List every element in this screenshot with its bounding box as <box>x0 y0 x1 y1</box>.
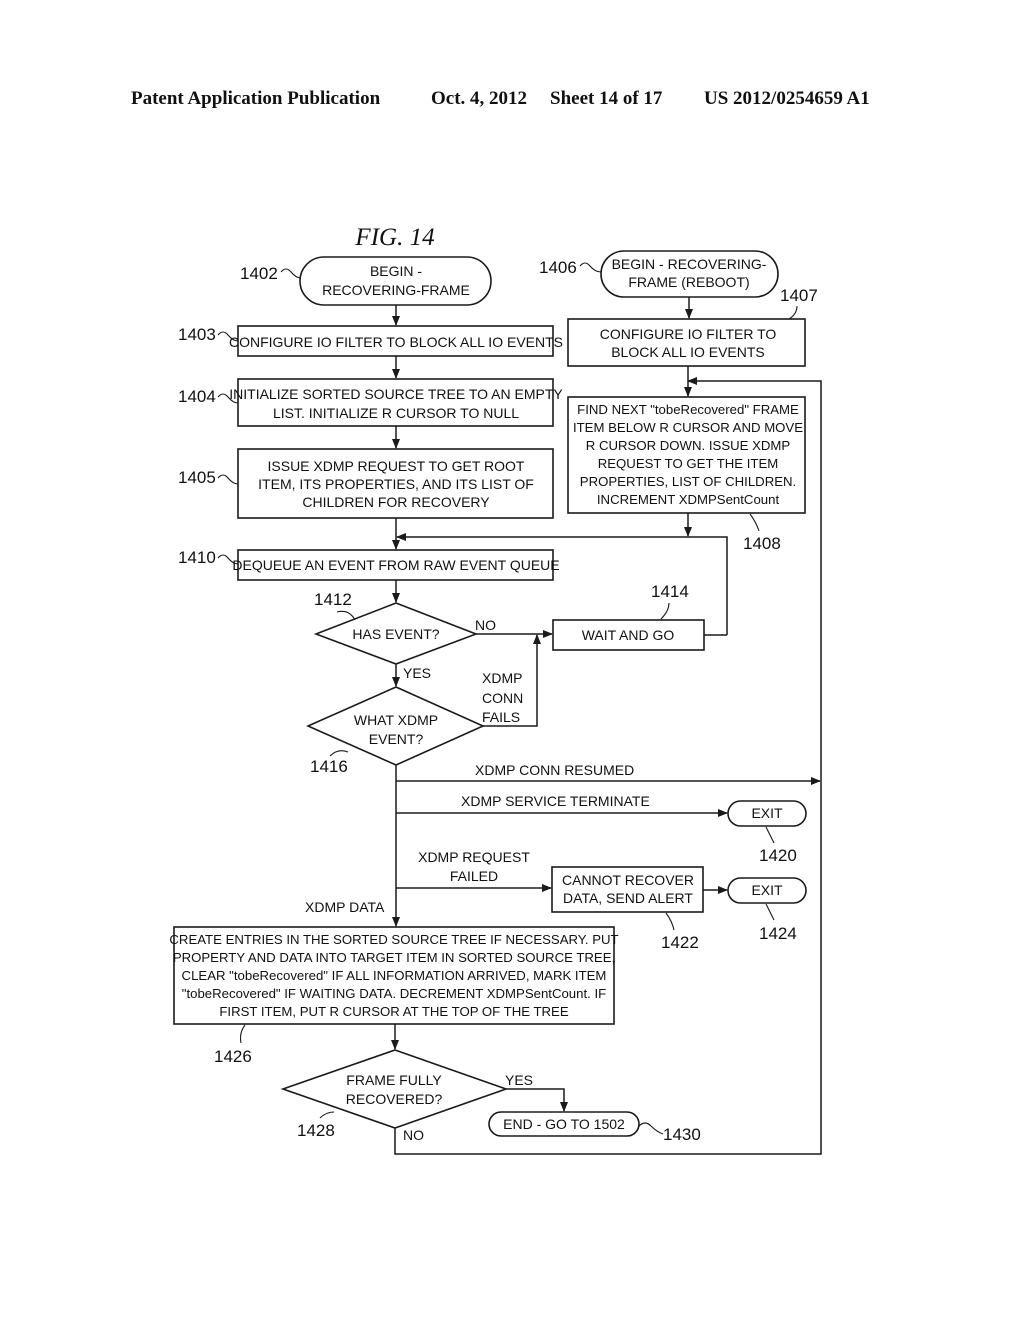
ref-1414: 1414 <box>651 582 689 601</box>
ref-1412: 1412 <box>314 590 352 609</box>
node-text: ITEM BELOW R CURSOR AND MOVE <box>573 420 803 435</box>
node-text: CLEAR "tobeRecovered" IF ALL INFORMATION… <box>182 968 607 983</box>
node-text: REQUEST TO GET THE ITEM <box>598 456 779 471</box>
leader-line <box>638 1122 664 1135</box>
node-text: EXIT <box>751 805 783 821</box>
node-text: DEQUEUE AN EVENT FROM RAW EVENT QUEUE <box>232 557 559 573</box>
leader-line <box>336 610 356 621</box>
node-text: LIST. INITIALIZE R CURSOR TO NULL <box>273 405 519 421</box>
ref-1408: 1408 <box>743 534 781 553</box>
node-text: DATA, SEND ALERT <box>563 890 693 906</box>
ref-1403: 1403 <box>178 325 216 344</box>
ref-1420: 1420 <box>759 846 797 865</box>
node-text: FRAME (REBOOT) <box>628 274 749 290</box>
node-text: FIND NEXT "tobeRecovered" FRAME <box>577 402 799 417</box>
node-text: BEGIN - RECOVERING- <box>612 256 767 272</box>
edge-label-service-terminate: XDMP SERVICE TERMINATE <box>461 793 650 809</box>
node-text: EXIT <box>751 882 783 898</box>
edge-label-request-failed: XDMP REQUEST <box>418 849 530 865</box>
leader-line <box>319 1111 335 1119</box>
leader-line <box>239 1024 246 1044</box>
leader-line <box>660 602 670 620</box>
node-text: CANNOT RECOVER <box>562 872 694 888</box>
node-text: BLOCK ALL IO EVENTS <box>611 344 765 360</box>
node-text: CHILDREN FOR RECOVERY <box>302 494 490 510</box>
node-1420: EXIT <box>727 800 807 827</box>
node-1422: CANNOT RECOVER DATA, SEND ALERT <box>551 866 704 913</box>
ref-1406: 1406 <box>539 258 577 277</box>
node-text: EVENT? <box>369 731 424 747</box>
ref-1416: 1416 <box>310 757 348 776</box>
ref-1422: 1422 <box>661 933 699 952</box>
ref-1410: 1410 <box>178 548 216 567</box>
ref-1424: 1424 <box>759 924 797 943</box>
edge-label-xdmp-data: XDMP DATA <box>305 899 385 915</box>
edge-label-conn-fails: FAILS <box>482 709 520 725</box>
ref-1430: 1430 <box>663 1125 701 1144</box>
leader-line <box>749 513 760 532</box>
node-text: ITEM, ITS PROPERTIES, AND ITS LIST OF <box>258 476 534 492</box>
node-text: RECOVERED? <box>346 1091 443 1107</box>
node-text: CONFIGURE IO FILTER TO <box>600 326 777 342</box>
leader-line <box>217 474 239 485</box>
edge-label-yes: YES <box>403 665 431 681</box>
leader-line <box>329 750 349 757</box>
node-text: PROPERTIES, LIST OF CHILDREN. <box>580 474 796 489</box>
ref-1405: 1405 <box>178 468 216 487</box>
node-1407: CONFIGURE IO FILTER TO BLOCK ALL IO EVEN… <box>567 318 806 367</box>
leader-line <box>788 305 798 320</box>
node-text: CREATE ENTRIES IN THE SORTED SOURCE TREE… <box>169 932 618 947</box>
decision-diamond <box>280 1049 509 1129</box>
node-1408: FIND NEXT "tobeRecovered" FRAME ITEM BEL… <box>567 396 806 514</box>
edge-label-yes: YES <box>505 1072 533 1088</box>
leader-line <box>579 262 602 273</box>
ref-1407: 1407 <box>780 286 818 305</box>
node-1405: ISSUE XDMP REQUEST TO GET ROOT ITEM, ITS… <box>237 448 554 519</box>
ref-1402: 1402 <box>240 264 278 283</box>
edge-label-conn-fails: XDMP <box>482 670 522 686</box>
leader-line <box>665 912 675 931</box>
node-text: WAIT AND GO <box>582 627 675 643</box>
node-1403: CONFIGURE IO FILTER TO BLOCK ALL IO EVEN… <box>229 325 563 357</box>
ref-1428: 1428 <box>297 1121 335 1140</box>
node-1428: FRAME FULLY RECOVERED? <box>280 1049 509 1129</box>
node-1424: EXIT <box>727 877 807 904</box>
node-1410: DEQUEUE AN EVENT FROM RAW EVENT QUEUE <box>232 549 560 581</box>
node-1406: BEGIN - RECOVERING- FRAME (REBOOT) <box>600 250 779 298</box>
node-text: INITIALIZE SORTED SOURCE TREE TO AN EMPT… <box>229 386 563 402</box>
node-text: BEGIN - <box>370 263 422 279</box>
node-1412: HAS EVENT? <box>313 602 479 665</box>
node-text: FRAME FULLY <box>346 1072 442 1088</box>
node-text: WHAT XDMP <box>354 712 438 728</box>
node-text: END - GO TO 1502 <box>503 1116 625 1132</box>
edge-label-conn-resumed: XDMP CONN RESUMED <box>475 762 634 778</box>
figure-title: FIG. 14 <box>354 224 434 251</box>
node-text: FIRST ITEM, PUT R CURSOR AT THE TOP OF T… <box>219 1004 568 1019</box>
ref-1404: 1404 <box>178 387 216 406</box>
node-text: HAS EVENT? <box>352 626 439 642</box>
ref-1426: 1426 <box>214 1047 252 1066</box>
node-text: "tobeRecovered" IF WAITING DATA. DECREME… <box>182 986 606 1001</box>
edge-label-conn-fails: CONN <box>482 690 523 706</box>
node-text: R CURSOR DOWN. ISSUE XDMP <box>586 438 791 453</box>
leader-line <box>280 268 302 279</box>
edge-label-no: NO <box>403 1127 424 1143</box>
node-text: RECOVERING-FRAME <box>322 282 470 298</box>
node-1426: CREATE ENTRIES IN THE SORTED SOURCE TREE… <box>169 926 619 1025</box>
leader-line <box>765 826 775 844</box>
node-1430: END - GO TO 1502 <box>488 1111 640 1137</box>
edge-label-request-failed: FAILED <box>450 868 498 884</box>
node-text: CONFIGURE IO FILTER TO BLOCK ALL IO EVEN… <box>229 334 563 350</box>
node-1404: INITIALIZE SORTED SOURCE TREE TO AN EMPT… <box>229 378 563 427</box>
flowchart: FIG. 14 BEGIN - RECOVERING-FRAME CONFIGU… <box>169 224 822 1155</box>
arrow-1428-yes-1430 <box>506 1088 568 1112</box>
node-1402: BEGIN - RECOVERING-FRAME <box>299 256 492 306</box>
node-text: ISSUE XDMP REQUEST TO GET ROOT <box>268 458 525 474</box>
node-1414: WAIT AND GO <box>552 619 705 651</box>
leader-line <box>765 903 775 921</box>
node-text: PROPERTY AND DATA INTO TARGET ITEM IN SO… <box>173 950 615 965</box>
node-text: INCREMENT XDMPSentCount <box>597 492 780 507</box>
edge-label-no: NO <box>475 617 496 633</box>
